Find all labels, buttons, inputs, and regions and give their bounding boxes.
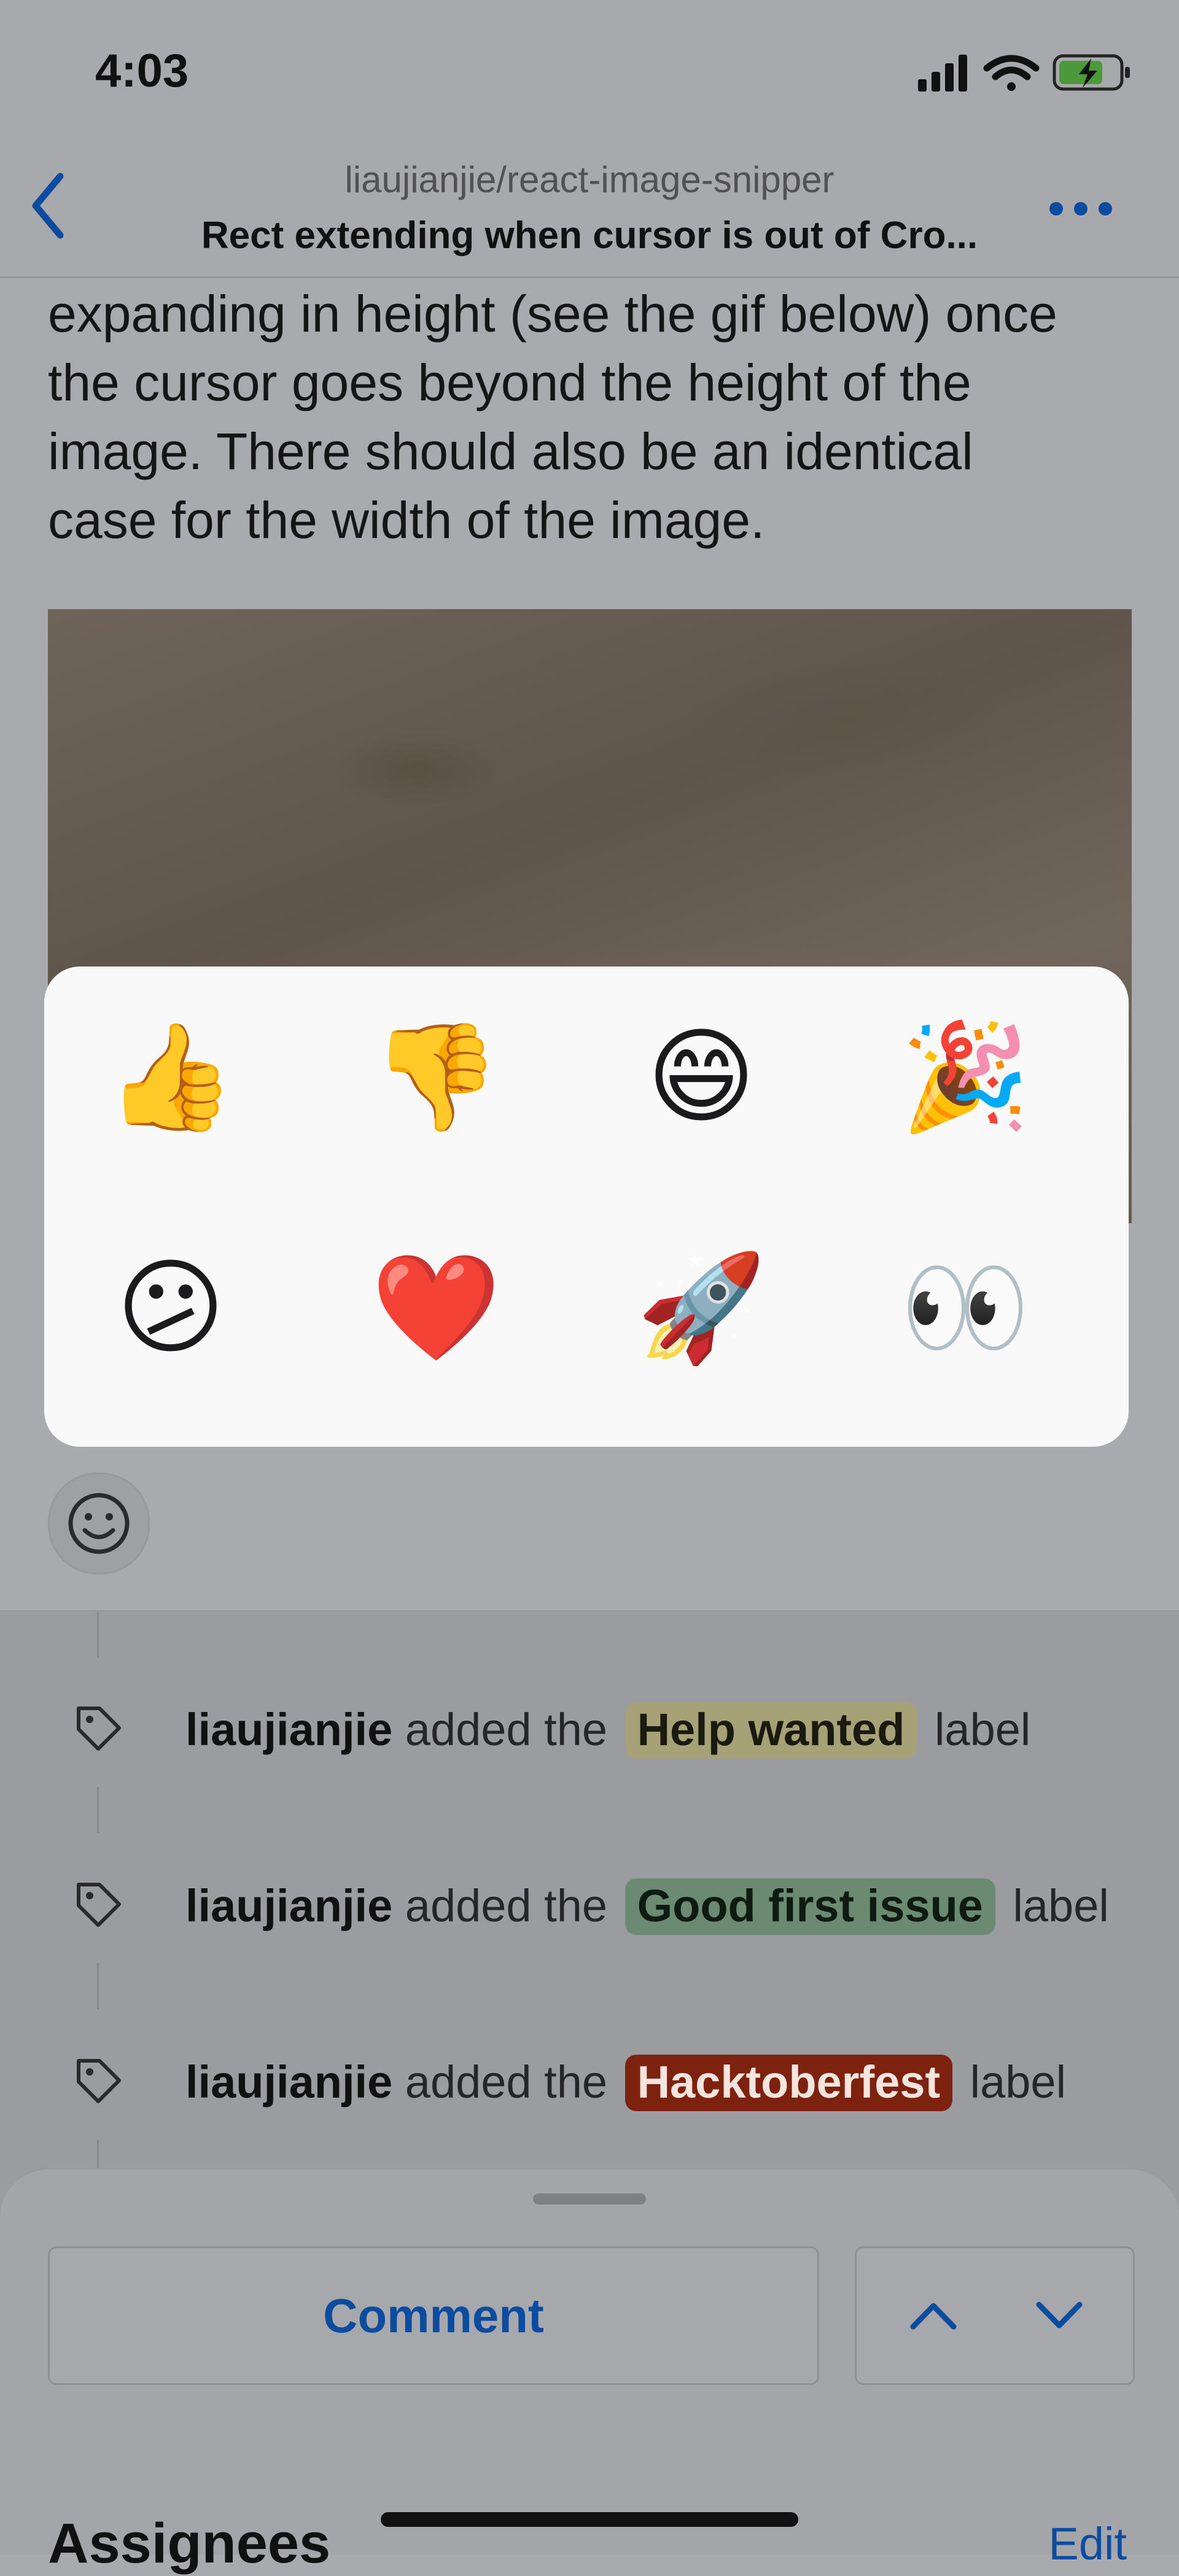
comment-button[interactable]: Comment <box>48 2246 819 2385</box>
smiley-icon <box>68 1493 130 1554</box>
event-suffix: label <box>970 2057 1067 2107</box>
event-text: liaujianjie added the Hacktoberfest labe… <box>185 2055 1066 2111</box>
signal-icon <box>918 55 967 91</box>
event-actor[interactable]: liaujianjie <box>185 1704 392 1755</box>
event-actor[interactable]: liaujianjie <box>185 2057 392 2107</box>
more-icon[interactable] <box>1047 200 1115 218</box>
reaction-thumbs-up[interactable]: 👍 <box>106 1016 236 1138</box>
reaction-hooray[interactable]: 🎉 <box>900 1016 1030 1138</box>
label-badge[interactable]: Help wanted <box>625 1702 917 1759</box>
issue-body-line: case for the width of the image. <box>48 491 765 549</box>
event-action: added the <box>405 2057 608 2107</box>
status-time: 4:03 <box>95 45 189 97</box>
nav-issue-title: Rect extending when cursor is out of Cro… <box>201 214 978 257</box>
label-badge[interactable]: Good first issue <box>625 1878 995 1935</box>
reaction-eyes[interactable]: 👀 <box>900 1247 1030 1369</box>
event-action: added the <box>405 1704 608 1755</box>
event-text: liaujianjie added the Help wanted label <box>185 1702 1030 1759</box>
chevron-down-icon[interactable] <box>1032 2291 1087 2340</box>
issue-body-line: the cursor goes beyond the height of the <box>48 354 971 411</box>
timeline-connector <box>97 1787 99 1833</box>
chevron-up-icon[interactable] <box>906 2291 961 2340</box>
tag-icon <box>77 2059 121 2103</box>
reaction-confused[interactable]: 😕 <box>109 1247 232 1369</box>
timeline-event: liaujianjie added the Hacktoberfest labe… <box>0 2036 1179 2116</box>
tag-icon <box>77 1883 121 1927</box>
issue-body-line: image. There should also be an identical <box>48 422 973 480</box>
status-icons <box>918 54 1130 91</box>
reaction-laugh[interactable]: 😄 <box>640 1016 763 1138</box>
tag-icon <box>77 1706 121 1751</box>
edit-assignees-link[interactable]: Edit <box>1048 2518 1127 2570</box>
battery-icon <box>1053 54 1130 91</box>
timeline-connector <box>97 1963 99 2009</box>
issue-body-text: expanding in height (see the gif below) … <box>48 279 1141 555</box>
assignees-heading: Assignees <box>48 2512 331 2575</box>
timeline-event: liaujianjie added the Help wanted label <box>0 1684 1179 1764</box>
home-indicator <box>381 2512 798 2527</box>
sheet-drag-handle[interactable] <box>533 2193 646 2204</box>
add-reaction-button[interactable] <box>48 1473 150 1574</box>
status-bar: 4:03 <box>0 0 1179 141</box>
event-suffix: label <box>1013 1880 1109 1931</box>
nav-repo-name: liaujianjie/react-image-snipper <box>344 159 835 200</box>
event-suffix: label <box>934 1704 1031 1755</box>
event-action: added the <box>405 1880 608 1931</box>
timeline-event: liaujianjie added the Good first issue l… <box>0 1860 1179 1940</box>
wifi-icon <box>983 55 1040 91</box>
reaction-picker: 👍 👎 😄 🎉 😕 ❤️ 🚀 👀 <box>44 967 1129 1447</box>
comment-navigation <box>855 2246 1135 2385</box>
event-actor[interactable]: liaujianjie <box>185 1880 392 1931</box>
reaction-heart[interactable]: ❤️ <box>371 1247 501 1369</box>
reaction-rocket[interactable]: 🚀 <box>636 1247 766 1369</box>
event-text: liaujianjie added the Good first issue l… <box>185 1878 1109 1935</box>
label-badge[interactable]: Hacktoberfest <box>625 2055 953 2111</box>
timeline-connector <box>97 1612 99 1658</box>
issue-body-line: expanding in height (see the gif below) … <box>48 285 1057 343</box>
reaction-thumbs-down[interactable]: 👎 <box>371 1016 501 1138</box>
